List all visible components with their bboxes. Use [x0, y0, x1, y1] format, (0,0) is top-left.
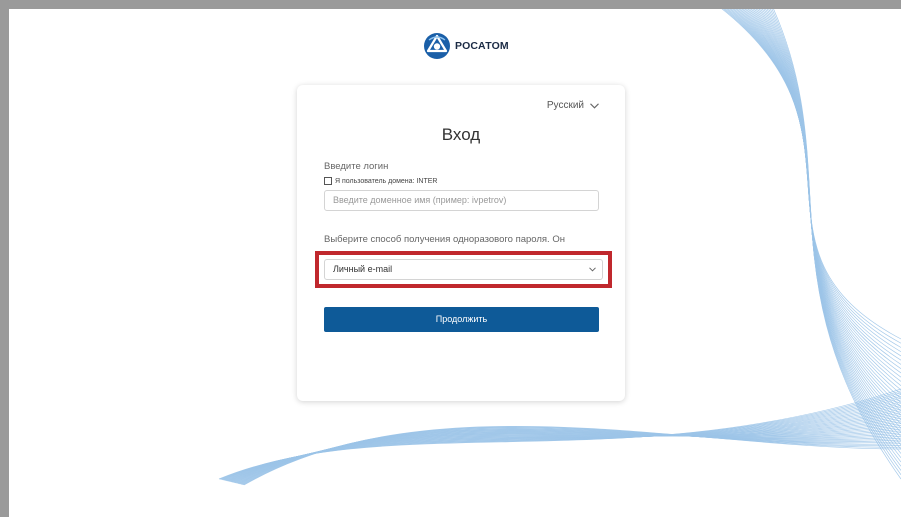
wave-line [733, 9, 901, 374]
wave-line [241, 427, 901, 485]
chevron-down-icon [589, 267, 596, 272]
wave-line [766, 9, 901, 463]
wave-line [758, 9, 901, 442]
wave-line [235, 428, 901, 484]
wave-line [234, 426, 901, 484]
wave-line [226, 406, 901, 482]
page-title: Вход [441, 125, 481, 144]
wave-line [240, 428, 901, 485]
wave-line [223, 399, 901, 481]
wave-line [753, 9, 901, 429]
wave-line [742, 9, 901, 399]
wave-line [769, 9, 901, 471]
wave-line [768, 9, 901, 467]
wave-line [228, 412, 901, 482]
wave-line [227, 408, 901, 482]
wave-line [721, 9, 901, 340]
wave-line [219, 390, 901, 480]
wave-line [734, 9, 901, 378]
wave-line [755, 9, 901, 433]
login-label: Введите логин [324, 161, 389, 172]
wave-line [220, 392, 901, 480]
page-frame: РОСАТОМ Русский Вход Введите логин Я пол… [9, 9, 901, 517]
wave-line [224, 403, 901, 481]
wave-line [232, 421, 901, 483]
otp-method-select[interactable]: Личный e-mail [324, 259, 603, 280]
wave-line [243, 426, 901, 486]
wave-line [242, 426, 901, 485]
wave-line [227, 410, 901, 482]
highlight-box: Личный e-mail [315, 251, 612, 288]
login-card: Русский Вход Введите логин Я пользовател… [297, 85, 625, 401]
wave-line [760, 9, 901, 446]
wave-line [239, 428, 901, 485]
wave-line [749, 9, 901, 416]
wave-line [243, 426, 901, 486]
domain-user-row: Я пользователь домена: INTER [324, 177, 437, 185]
language-label: Русский [546, 100, 584, 111]
chevron-down-icon [590, 102, 599, 109]
language-selector[interactable]: Русский [547, 100, 599, 111]
wave-line [730, 9, 901, 365]
wave-line [772, 9, 901, 480]
wave-line [739, 9, 901, 391]
wave-line [224, 401, 901, 481]
wave-line [221, 394, 901, 480]
otp-method-label: Выберите способ получения одноразового п… [324, 234, 565, 245]
wave-line [747, 9, 901, 412]
wave-line [722, 9, 901, 344]
wave-line [728, 9, 901, 361]
wave-line [231, 419, 901, 483]
wave-line [240, 427, 901, 485]
wave-line [221, 395, 901, 481]
domain-user-label: Я пользователь домена: INTER [335, 177, 438, 185]
wave-line [771, 9, 901, 475]
login-input[interactable]: Введите доменное имя (пример: ivpetrov) [324, 190, 599, 211]
wave-line [756, 9, 901, 437]
login-placeholder: Введите доменное имя (пример: ivpetrov) [333, 195, 507, 205]
wave-line [738, 9, 901, 386]
brand-name: РОСАТОМ [455, 40, 509, 52]
otp-method-value: Личный e-mail [333, 264, 393, 274]
wave-line [218, 388, 901, 480]
wave-line [233, 425, 901, 483]
domain-user-checkbox[interactable] [324, 177, 332, 185]
wave-line [736, 9, 901, 382]
wave-line [237, 429, 901, 484]
wave-line [750, 9, 901, 420]
continue-button[interactable]: Продолжить [324, 307, 599, 332]
wave-line [225, 405, 901, 481]
wave-line [761, 9, 901, 450]
wave-line [222, 397, 901, 481]
wave-line [238, 429, 901, 485]
rosatom-logo: РОСАТОМ [423, 31, 509, 61]
rosatom-logo-icon [424, 33, 450, 59]
wave-line [731, 9, 901, 369]
wave-line [230, 417, 901, 483]
wave-line [724, 9, 901, 348]
wave-line [236, 430, 901, 484]
wave-line [745, 9, 901, 408]
wave-line [725, 9, 901, 353]
wave-line [752, 9, 901, 425]
wave-line [741, 9, 901, 395]
wave-line [763, 9, 901, 454]
wave-line [727, 9, 901, 357]
wave-line [233, 423, 901, 483]
wave-line [229, 414, 901, 482]
wave-line [744, 9, 901, 403]
wave-line [237, 430, 901, 484]
wave-line [764, 9, 901, 459]
wave-line [230, 415, 901, 483]
